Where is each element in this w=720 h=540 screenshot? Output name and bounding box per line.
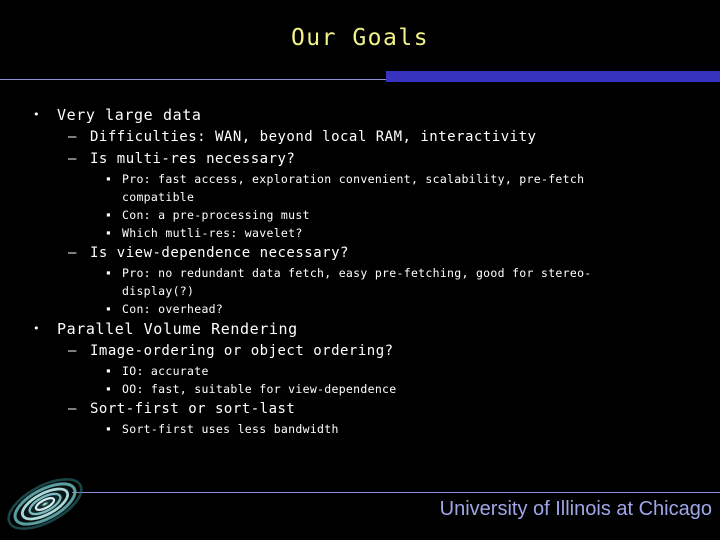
bullet-text: Con: overhead? — [122, 302, 224, 316]
bullet-marker-icon: – — [68, 401, 77, 417]
bullet-item-level2: – Sort-first or sort-last — [0, 398, 720, 420]
bullet-marker-icon: ▪ — [106, 424, 112, 433]
bullet-item-level3: ▪ Pro: fast access, exploration convenien… — [0, 170, 720, 188]
bullet-text: Is multi-res necessary? — [90, 151, 296, 167]
bullet-text: Very large data — [57, 106, 202, 124]
bullet-text: Pro: no redundant data fetch, easy pre-f… — [122, 266, 592, 280]
bullet-text: Is view-dependence necessary? — [90, 245, 349, 261]
bullet-text: OO: fast, suitable for view-dependence — [122, 382, 397, 396]
bullet-marker-icon: ▪ — [106, 384, 112, 393]
header-divider-line — [0, 79, 387, 80]
bullet-text: Sort-first uses less bandwidth — [122, 422, 339, 436]
header-accent-bar — [386, 71, 720, 82]
bullet-item-level2: – Is view-dependence necessary? — [0, 242, 720, 264]
bullet-marker-icon: • — [33, 108, 41, 121]
bullet-item-level3: ▪ Pro: no redundant data fetch, easy pre-… — [0, 264, 720, 282]
bullet-item-level1: • Very large data — [0, 104, 720, 126]
bullet-marker-icon: – — [68, 151, 77, 167]
bullet-text: Image-ordering or object ordering? — [90, 343, 394, 359]
spiral-galaxy-logo — [2, 468, 88, 540]
bullet-item-level2: – Image-ordering or object ordering? — [0, 340, 720, 362]
bullet-marker-icon: – — [68, 245, 77, 261]
bullet-marker-icon: – — [68, 129, 77, 145]
bullet-text: compatible — [122, 190, 195, 204]
page-title: Our Goals — [290, 25, 430, 51]
bullet-text: Parallel Volume Rendering — [57, 320, 298, 338]
bullet-item-level3: ▪ OO: fast, suitable for view-dependence — [0, 380, 720, 398]
bullet-text: Con: a pre-processing must — [122, 208, 310, 222]
footer-organization: University of Illinois at Chicago — [439, 498, 712, 520]
bullet-marker-icon: • — [33, 322, 41, 335]
bullet-marker-icon: ▪ — [106, 210, 112, 219]
bullet-text: Sort-first or sort-last — [90, 401, 296, 417]
bullet-list: • Very large data – Difficulties: WAN, beyo… — [0, 104, 720, 438]
bullet-item-level1: • Parallel Volume Rendering — [0, 318, 720, 340]
bullet-text: display(?) — [122, 284, 195, 298]
bullet-marker-icon: ▪ — [106, 268, 112, 277]
bullet-item-level3: ▪ IO: accurate — [0, 362, 720, 380]
bullet-text: Difficulties: WAN, beyond local RAM, int… — [90, 129, 537, 145]
presentation-slide: Our Goals • Very large data – Difficulties:… — [0, 0, 720, 540]
bullet-item-level3: display(?) — [0, 282, 720, 300]
bullet-marker-icon: ▪ — [106, 366, 112, 375]
bullet-item-level2: – Difficulties: WAN, beyond local RAM, in… — [0, 126, 720, 148]
bullet-item-level3: ▪ Sort-first uses less bandwidth — [0, 420, 720, 438]
bullet-marker-icon: ▪ — [106, 304, 112, 313]
bullet-item-level2: – Is multi-res necessary? — [0, 148, 720, 170]
bullet-marker-icon: – — [68, 343, 77, 359]
bullet-text: IO: accurate — [122, 364, 209, 378]
bullet-item-level3: ▪ Con: a pre-processing must — [0, 206, 720, 224]
bullet-marker-icon: ▪ — [106, 228, 112, 237]
bullet-text: Pro: fast access, exploration convenient… — [122, 172, 585, 186]
footer-divider-line — [72, 492, 720, 493]
bullet-item-level3: compatible — [0, 188, 720, 206]
bullet-text: Which mutli-res: wavelet? — [122, 226, 303, 240]
bullet-marker-icon: ▪ — [106, 174, 112, 183]
bullet-item-level3: ▪ Con: overhead? — [0, 300, 720, 318]
bullet-item-level3: ▪ Which mutli-res: wavelet? — [0, 224, 720, 242]
